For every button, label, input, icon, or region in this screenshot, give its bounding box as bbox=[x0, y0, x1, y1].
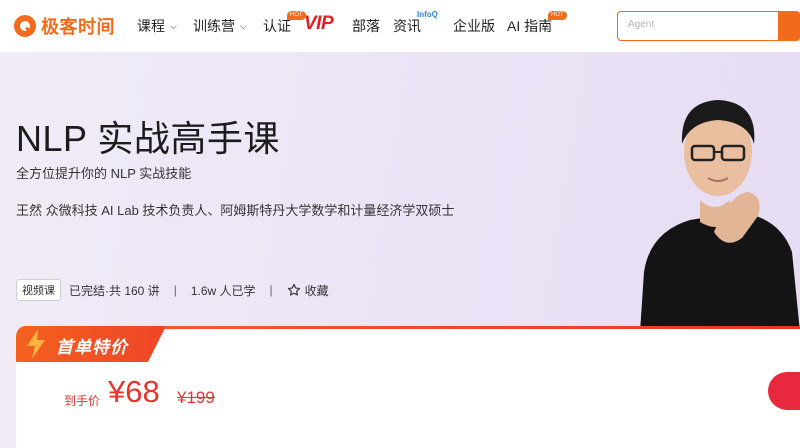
nav-training-camp-label: 训练营 bbox=[193, 18, 235, 34]
course-author: 王然 众微科技 AI Lab 技术负责人、阿姆斯特丹大学数学和计量经济学双硕士 bbox=[16, 203, 455, 218]
nav-news-label: 资讯 bbox=[393, 18, 421, 34]
hot-badge: HOT bbox=[287, 11, 306, 20]
nav-news[interactable]: 资讯 bbox=[393, 16, 421, 36]
search-button[interactable] bbox=[778, 11, 800, 41]
nav-training-camp[interactable]: 训练营 ⌵ bbox=[193, 16, 247, 36]
divider: | bbox=[173, 283, 177, 297]
infoq-badge: InfoQ bbox=[417, 10, 438, 19]
final-price-label: 到手价 bbox=[64, 394, 101, 408]
logo-text: 极客时间 bbox=[41, 17, 115, 37]
nav-tribe[interactable]: 部落 bbox=[352, 16, 380, 36]
nav-enterprise-label: 企业版 bbox=[453, 18, 495, 34]
deal-banner-text: 首单特价 bbox=[56, 338, 128, 357]
top-nav-bar: 极客时间 课程 ⌵ 训练营 ⌵ 认证 HOT VIP 部落 资讯 InfoQ 企… bbox=[0, 0, 800, 52]
nav-vip[interactable]: VIP bbox=[304, 13, 334, 35]
geektime-logo-icon bbox=[14, 15, 36, 37]
first-order-deal-banner: 首单特价 bbox=[16, 326, 166, 362]
course-type-tag: 视频课 bbox=[16, 279, 61, 301]
search-input[interactable] bbox=[628, 19, 768, 30]
nav-tribe-label: 部落 bbox=[352, 18, 380, 34]
star-icon bbox=[287, 283, 300, 296]
chevron-down-icon: ⌵ bbox=[240, 20, 247, 31]
nav-enterprise[interactable]: 企业版 bbox=[453, 16, 495, 36]
price-card: 首单特价 到手价 ¥68 ¥199 bbox=[16, 326, 800, 448]
favorite-button[interactable]: 收藏 bbox=[287, 282, 329, 299]
nav-courses-label: 课程 bbox=[137, 18, 165, 34]
course-learners: 1.6w 人已学 bbox=[190, 283, 256, 298]
course-title: NLP 实战高手课 bbox=[16, 118, 280, 159]
course-subtitle: 全方位提升你的 NLP 实战技能 bbox=[16, 166, 192, 181]
chevron-down-icon: ⌵ bbox=[170, 20, 177, 31]
divider: | bbox=[269, 283, 273, 297]
instructor-photo bbox=[640, 100, 800, 332]
hot-badge: HOT bbox=[548, 11, 567, 20]
lightning-icon bbox=[27, 329, 45, 359]
original-price: ¥199 bbox=[177, 388, 215, 407]
favorite-label: 收藏 bbox=[304, 283, 329, 298]
course-hero: NLP 实战高手课 全方位提升你的 NLP 实战技能 王然 众微科技 AI La… bbox=[0, 52, 800, 448]
logo[interactable]: 极客时间 bbox=[14, 13, 115, 39]
course-meta: 视频课 已完结·共 160 讲 | 1.6w 人已学 | 收藏 bbox=[16, 279, 329, 301]
buy-button[interactable] bbox=[768, 372, 800, 410]
course-progress: 已完结·共 160 讲 bbox=[69, 283, 160, 298]
search-box bbox=[617, 11, 800, 41]
nav-ai-guide-label: AI 指南 bbox=[507, 18, 553, 34]
final-price: ¥68 bbox=[108, 374, 160, 409]
nav-courses[interactable]: 课程 ⌵ bbox=[137, 16, 177, 36]
nav-ai-guide[interactable]: AI 指南 bbox=[507, 16, 552, 36]
